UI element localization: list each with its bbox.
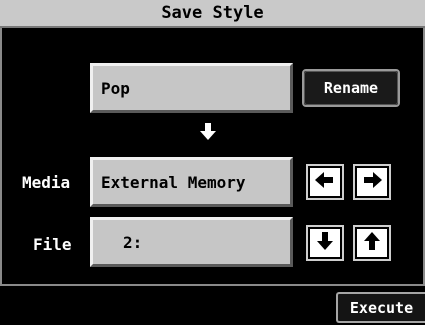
rename-button-label: Rename: [323, 79, 379, 97]
style-name-value: Pop: [101, 78, 130, 98]
execute-button-label: Execute: [349, 298, 414, 317]
media-field[interactable]: External Memory: [90, 157, 293, 207]
media-prev-button[interactable]: [306, 164, 344, 200]
title-bar: Save Style: [0, 0, 425, 28]
arrow-right-icon: [362, 172, 382, 192]
style-name-field[interactable]: Pop: [90, 63, 293, 113]
execute-button[interactable]: Execute: [336, 292, 425, 323]
file-up-button[interactable]: [353, 225, 391, 261]
media-next-button[interactable]: [353, 164, 391, 200]
file-field[interactable]: 2:: [90, 217, 293, 267]
down-arrow-indicator-icon: [200, 123, 216, 145]
file-label: File: [33, 235, 72, 254]
rename-button[interactable]: Rename: [302, 69, 400, 107]
file-down-button[interactable]: [306, 225, 344, 261]
media-value: External Memory: [101, 172, 246, 192]
arrow-left-icon: [315, 172, 335, 192]
save-style-screen: Save Style Pop Rename Media External Mem…: [0, 0, 425, 325]
arrow-down-icon: [317, 231, 333, 255]
media-label: Media: [22, 173, 71, 192]
arrow-up-icon: [364, 231, 380, 255]
page-title: Save Style: [161, 3, 264, 23]
file-value: 2:: [123, 232, 143, 252]
